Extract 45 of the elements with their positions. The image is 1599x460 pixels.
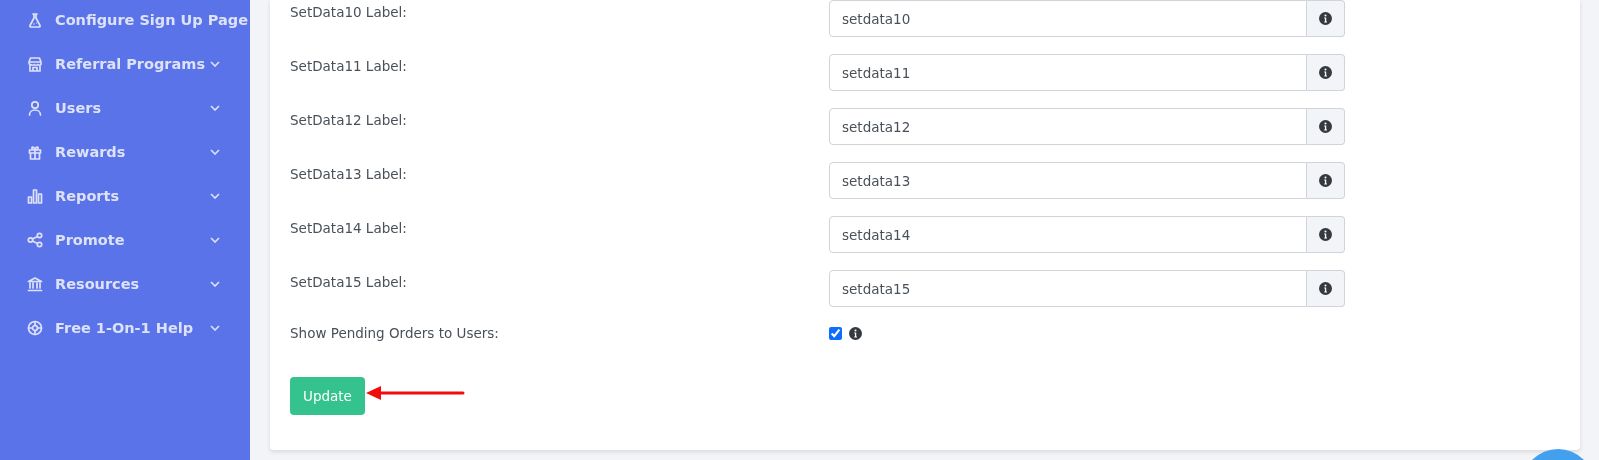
update-button[interactable]: Update [290,377,365,415]
chevron-down-icon [210,193,220,199]
sidebar-item[interactable]: Free 1-On-1 Help [0,306,250,350]
chevron-down-icon [210,281,220,287]
bar-chart-icon [27,187,43,205]
field-label: SetData13 Label: [290,165,408,184]
store-icon [27,55,43,73]
info-addon[interactable] [1307,270,1345,307]
field-label: SetData12 Label: [290,111,408,130]
info-icon [1319,120,1332,133]
field-label: SetData14 Label: [290,219,408,238]
sidebar-item[interactable]: Users [0,86,250,130]
info-addon[interactable] [1307,216,1345,253]
info-addon[interactable] [1307,162,1345,199]
sidebar-item[interactable]: Referral Programs [0,42,250,86]
sidebar-item[interactable]: Resources [0,262,250,306]
sidebar-item[interactable]: Rewards [0,130,250,174]
sidebar-item[interactable]: Promote [0,218,250,262]
gift-icon [27,143,43,161]
chevron-down-icon [210,105,220,111]
info-addon[interactable] [1307,108,1345,145]
checkbox-label: Show Pending Orders to Users: [290,324,500,342]
info-icon [849,326,862,340]
sidebar-item[interactable]: Configure Sign Up Page [0,0,250,42]
user-icon [27,99,43,117]
info-icon [1319,12,1332,25]
field-label: SetData11 Label: [290,57,408,76]
field-label: SetData15 Label: [290,273,408,292]
chevron-down-icon [210,237,220,243]
info-addon[interactable] [1307,54,1345,91]
bank-icon [27,275,43,293]
info-icon [1319,228,1332,241]
info-icon [1319,66,1332,79]
sidebar-item[interactable]: Reports [0,174,250,218]
lifebuoy-icon [27,319,43,337]
chevron-down-icon [210,325,220,331]
chevron-down-icon [210,149,220,155]
flask-icon [27,11,43,29]
field-label: SetData10 Label: [290,3,408,22]
info-icon [1319,282,1332,295]
share-icon [27,231,43,249]
info-addon[interactable] [1307,0,1345,37]
checkbox[interactable] [829,326,842,340]
chevron-down-icon [210,61,220,67]
info-icon [1319,174,1332,187]
